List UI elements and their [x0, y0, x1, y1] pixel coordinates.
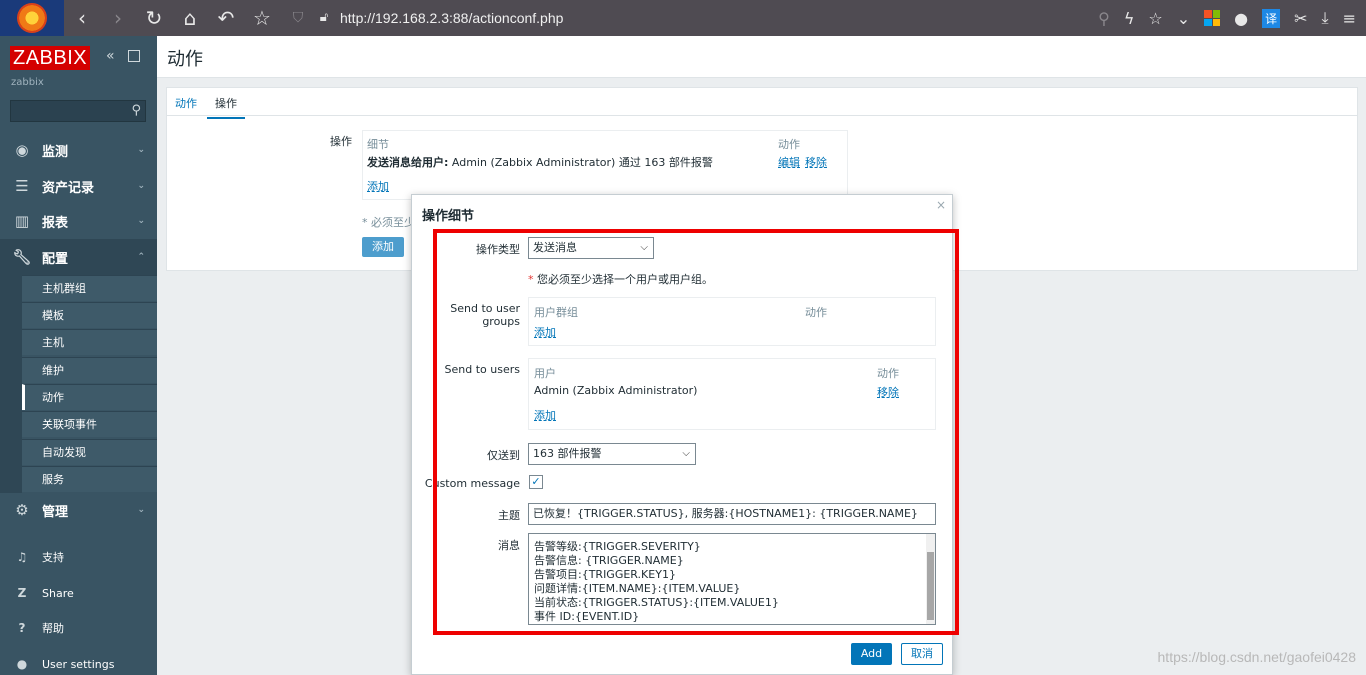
nav-administration[interactable]: ⚙ 管理 ⌄: [0, 492, 157, 528]
submenu-host-groups[interactable]: 主机群组: [22, 275, 157, 301]
submenu-services[interactable]: 服务: [22, 466, 157, 492]
nav-support[interactable]: ♫ 支持: [0, 542, 157, 572]
chevron-down-icon: ⌄: [137, 505, 145, 515]
nav-monitoring[interactable]: ◉ 监测 ⌄: [0, 132, 157, 168]
menu-icon[interactable]: ≡: [1343, 9, 1356, 28]
kiosk-mode-icon[interactable]: [128, 50, 140, 62]
share-z-icon: Z: [17, 586, 27, 600]
tab-bar: 动作 操作: [167, 88, 1357, 119]
tab-operations[interactable]: 操作: [207, 95, 245, 119]
nav-label: 配置: [42, 251, 69, 267]
chevron-down-icon: ⌄: [137, 181, 145, 191]
submenu-hosts[interactable]: 主机: [22, 329, 157, 355]
reload-icon[interactable]: ↻: [136, 0, 172, 36]
nav-label: User settings: [42, 657, 115, 671]
page-title: 动作: [167, 49, 203, 70]
user-icon: ●: [16, 657, 28, 671]
nav-label: 监测: [42, 144, 69, 160]
dropdown-chevron-icon[interactable]: ⌄: [1177, 9, 1190, 28]
dialog-cancel-button[interactable]: 取消: [901, 643, 943, 665]
download-icon[interactable]: ⤓: [1322, 8, 1329, 28]
nav-configuration[interactable]: 🔧︎ 配置 ⌃: [0, 239, 157, 275]
lightning-icon[interactable]: ϟ: [1124, 9, 1135, 28]
nav-label: 报表: [42, 215, 69, 231]
submenu-rail: [0, 275, 22, 493]
operation-row: 发送消息给用户: Admin (Zabbix Administrator) 通过…: [367, 154, 713, 170]
eye-icon: ◉: [15, 141, 29, 159]
apps-icon[interactable]: [1204, 10, 1221, 26]
submenu-discovery[interactable]: 自动发现: [22, 439, 157, 465]
nav-label: 支持: [42, 551, 64, 564]
home-icon[interactable]: ⌂: [172, 0, 208, 36]
list-icon: ☰: [15, 177, 29, 195]
nav-label: Share: [42, 586, 74, 600]
chevron-down-icon: ⌄: [137, 216, 145, 226]
browser-logo: [0, 0, 64, 36]
highlight-box: [433, 229, 959, 635]
nav-inventory[interactable]: ☰ 资产记录 ⌄: [0, 168, 157, 204]
nav-reports[interactable]: ▥ 报表 ⌄: [0, 203, 157, 239]
nav-label: 帮助: [42, 622, 64, 635]
dialog-title: 操作细节: [422, 209, 475, 224]
nav-label: 管理: [42, 504, 69, 520]
zoom-icon[interactable]: ⚲: [1098, 9, 1110, 28]
chevron-up-icon: ⌃: [137, 252, 145, 262]
add-button[interactable]: 添加: [362, 237, 404, 257]
nav-share[interactable]: Z Share: [0, 578, 157, 608]
browser-toolbar: ‹ › ↻ ⌂ ↶ ☆ ⛉ 🔓︎ http://192.168.2.3:88/a…: [0, 0, 1366, 36]
favorite-star-icon[interactable]: ☆: [1148, 9, 1162, 28]
address-bar[interactable]: http://192.168.2.3:88/actionconf.php: [340, 10, 563, 26]
operation-detail: Admin (Zabbix Administrator) 通过 163 部件报警: [448, 156, 713, 169]
submenu-templates[interactable]: 模板: [22, 302, 157, 328]
nav-label: 资产记录: [42, 180, 95, 196]
operation-details-dialog: 操作细节 × 操作类型 发送消息 ⌵ * 您必须至少选择一个用户或用户组。 Se…: [411, 194, 959, 675]
back-icon[interactable]: ‹: [64, 0, 100, 36]
submenu-event-correlation[interactable]: 关联项事件: [22, 411, 157, 437]
nav-help[interactable]: ? 帮助: [0, 613, 157, 643]
close-icon[interactable]: ×: [936, 198, 946, 212]
operation-type: 发送消息给用户:: [367, 156, 449, 169]
operations-table: 细节 动作 发送消息给用户: Admin (Zabbix Administrat…: [362, 130, 848, 200]
bookmark-star-icon[interactable]: ☆: [244, 0, 280, 36]
forward-icon[interactable]: ›: [100, 0, 136, 36]
dialog-add-button[interactable]: Add: [851, 643, 892, 665]
watermark: https://blog.csdn.net/gaofei0428: [1157, 649, 1356, 665]
search-icon[interactable]: ⚲: [131, 103, 141, 118]
sidebar-search-input[interactable]: ⚲: [10, 100, 146, 122]
undo-icon[interactable]: ↶: [208, 0, 244, 36]
shield-icon: ⛉: [292, 10, 304, 26]
add-operation-link[interactable]: 添加: [367, 178, 389, 194]
col-detail: 细节: [367, 138, 389, 151]
wrench-icon: 🔧︎: [12, 248, 32, 266]
required-note: * 必须至少: [362, 216, 415, 229]
page-header: 动作: [157, 36, 1366, 78]
submenu-actions[interactable]: 动作: [22, 384, 157, 410]
headset-icon: ♫: [16, 550, 28, 564]
submenu-maintenance[interactable]: 维护: [22, 357, 157, 383]
zabbix-logo[interactable]: ZABBIX: [10, 46, 91, 70]
insecure-lock-icon: 🔓︎: [319, 10, 329, 25]
globe-icon[interactable]: ●: [1234, 9, 1248, 28]
server-name: zabbix: [11, 77, 44, 88]
tab-action[interactable]: 动作: [175, 95, 197, 111]
remove-link[interactable]: 移除: [805, 154, 827, 170]
nav-user-settings[interactable]: ● User settings: [0, 649, 157, 675]
translate-icon[interactable]: 译: [1262, 8, 1281, 28]
operations-label: 操作: [330, 135, 352, 148]
collapse-sidebar-icon[interactable]: «: [106, 48, 115, 64]
help-icon: ?: [18, 621, 26, 635]
bar-chart-icon: ▥: [14, 212, 30, 230]
scissors-icon[interactable]: ✂: [1294, 9, 1307, 28]
sidebar: ZABBIX « zabbix ⚲ ◉ 监测 ⌄ ☰ 资产记录 ⌄ ▥ 报表 ⌄…: [0, 36, 157, 675]
col-action: 动作: [778, 138, 800, 151]
gear-icon: ⚙: [15, 501, 29, 519]
edit-link[interactable]: 编辑: [778, 154, 800, 170]
chevron-down-icon: ⌄: [137, 145, 145, 155]
